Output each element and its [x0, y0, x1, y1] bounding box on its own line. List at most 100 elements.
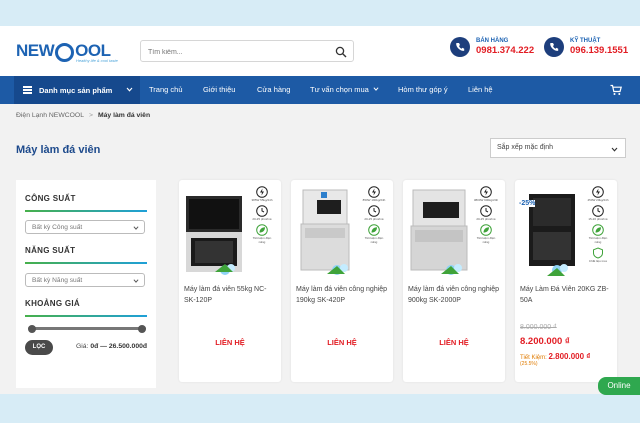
capacity-select[interactable]: Bất kỳ Công suất: [25, 220, 145, 234]
product-name[interactable]: Máy làm đá viên công nghiệp 190kg SK-420…: [296, 284, 388, 306]
spec-power: 850W 190kg/24h: [361, 186, 387, 202]
hotline-number: 0981.374.222: [476, 45, 535, 56]
logo-text-left: NEW: [16, 41, 55, 60]
product-image[interactable]: 3800W 900kg/24h 20-25 phút/mẻ Tiết kiệm …: [407, 186, 501, 278]
spec-icons: 850W 190kg/24h 20-25 phút/mẻ Tiết kiệm đ…: [361, 186, 387, 247]
hotline-sales[interactable]: BÁN HÀNG 0981.374.222: [450, 37, 534, 57]
filter-sidebar: CÔNG SUẤT Bất kỳ Công suất NĂNG SUẤT Bất…: [16, 180, 156, 388]
chevron-down-icon: [126, 87, 133, 92]
product-card[interactable]: 850W 190kg/24h 20-25 phút/mẻ Tiết kiệm đ…: [291, 180, 393, 382]
nav-item-contact[interactable]: Liên hệ: [468, 76, 493, 104]
power-icon: [480, 186, 492, 198]
spec-text: 385W 55kg/24h: [251, 198, 273, 202]
hotline-label: BÁN HÀNG: [476, 38, 509, 44]
price-min-handle[interactable]: [28, 324, 36, 333]
contact-button[interactable]: LIÊN HỆ: [403, 338, 505, 347]
sort-select-value: Sắp xếp mặc định: [497, 144, 554, 151]
spec-text: Tiết kiệm điện năng: [588, 236, 608, 244]
spec-text: 15-20 phút/mẻ: [588, 217, 608, 221]
savings: Tiết Kiệm: 2.800.000 ₫: [520, 352, 590, 361]
shield-icon: [593, 247, 603, 259]
spec-time: 20-25 phút/mẻ: [473, 205, 499, 221]
filter-price-title: KHOẢNG GIÁ: [25, 299, 80, 308]
clock-icon: [368, 205, 380, 217]
search-input[interactable]: [148, 46, 328, 58]
discount-badge: -25%: [519, 200, 536, 207]
category-menu-label: Danh mục sản phẩm: [39, 85, 113, 95]
search-icon[interactable]: [335, 46, 347, 58]
spec-time: 20-25 phút/mẻ: [249, 205, 275, 221]
leaf-icon: [480, 224, 492, 236]
page-title: Máy làm đá viên: [16, 144, 101, 156]
spec-text: 20-25 phút/mẻ: [364, 217, 384, 221]
product-name[interactable]: Máy Làm Đá Viên 20KG ZB-50A: [520, 284, 612, 306]
spec-text: 3800W 900kg/24h: [473, 198, 499, 202]
spec-text: Chất liệu inox: [588, 259, 608, 263]
site-logo[interactable]: NEW OOL Healthy life & cool taste: [16, 38, 118, 64]
price-range-value: 0đ — 26.500.000đ: [90, 343, 148, 350]
spec-power: 3800W 900kg/24h: [473, 186, 499, 202]
spec-eco: Tiết kiệm điện năng: [249, 224, 275, 244]
product-image[interactable]: 850W 190kg/24h 20-25 phút/mẻ Tiết kiệm đ…: [295, 186, 389, 278]
nav-item-feedback[interactable]: Hòm thư góp ý: [398, 76, 448, 104]
nav-item-advice-label: Tư vấn chọn mua: [310, 85, 369, 94]
ice-machine-image: [410, 189, 468, 275]
contact-button[interactable]: LIÊN HỆ: [291, 338, 393, 347]
product-name[interactable]: Máy làm đá viên công nghiệp 900kg SK-200…: [408, 284, 500, 306]
site-header: NEW OOL Healthy life & cool taste BÁN HÀ…: [0, 26, 640, 76]
spec-text: 20-25 phút/mẻ: [476, 217, 496, 221]
price-range-text: Giá: 0đ — 26.500.000đ: [76, 343, 147, 350]
power-icon: [256, 186, 268, 198]
nav-item-shop[interactable]: Cửa hàng: [257, 76, 290, 104]
product-image[interactable]: 385W 55kg/24h 20-25 phút/mẻ Tiết kiệm đi…: [183, 186, 277, 278]
online-chat-button[interactable]: Online: [598, 377, 640, 395]
price-label: Giá:: [76, 343, 89, 350]
spec-text: 850W 190kg/24h: [362, 198, 386, 202]
hotline-number: 096.139.1551: [570, 45, 629, 56]
category-menu-button[interactable]: Danh mục sản phẩm: [14, 76, 140, 104]
product-image[interactable]: -25% 450W 20kg/24h 15-20 phút/mẻ Tiết ki…: [519, 186, 613, 278]
product-name[interactable]: Máy làm đá viên 55kg NC-SK-120P: [184, 284, 276, 306]
breadcrumb-current: Máy làm đá viên: [97, 112, 151, 119]
nav-item-home[interactable]: Trang chủ: [149, 76, 183, 104]
sale-price: 8.200.000 ₫: [520, 336, 570, 347]
price-range-slider[interactable]: [28, 324, 146, 333]
contact-button[interactable]: LIÊN HỆ: [179, 338, 281, 347]
product-card[interactable]: 3800W 900kg/24h 20-25 phút/mẻ Tiết kiệm …: [403, 180, 505, 382]
spec-material: Chất liệu inox: [585, 247, 611, 263]
hotline-technical[interactable]: KỸ THUẬT 096.139.1551: [544, 37, 628, 57]
clock-icon: [592, 205, 604, 217]
output-select[interactable]: Bất kỳ Năng suất: [25, 273, 145, 287]
spec-time: 15-20 phút/mẻ: [585, 205, 611, 221]
product-card[interactable]: 385W 55kg/24h 20-25 phút/mẻ Tiết kiệm đi…: [179, 180, 281, 382]
savings-percent: (25.5%): [520, 361, 538, 367]
snowflake-icon: [55, 42, 75, 62]
phone-icon: [450, 37, 470, 57]
spec-text: Tiết kiệm điện năng: [252, 236, 272, 244]
nav-item-about[interactable]: Giới thiệu: [203, 76, 235, 104]
spec-text: Tiết kiệm điện năng: [364, 236, 384, 244]
nav-item-advice[interactable]: Tư vấn chọn mua: [310, 76, 379, 104]
clock-icon: [480, 205, 492, 217]
clock-icon: [256, 205, 268, 217]
cart-icon[interactable]: [610, 84, 622, 96]
top-band: [0, 0, 640, 26]
spec-text: 20-25 phút/mẻ: [252, 217, 272, 221]
spec-text: Tiết kiệm điện năng: [476, 236, 496, 244]
product-card[interactable]: -25% 450W 20kg/24h 15-20 phút/mẻ Tiết ki…: [515, 180, 617, 382]
price-max-handle[interactable]: [138, 324, 146, 333]
spec-time: 20-25 phút/mẻ: [361, 205, 387, 221]
main-content: Điện Lạnh NEWCOOL > Máy làm đá viên Máy là…: [0, 104, 640, 394]
savings-amount: 2.800.000 ₫: [548, 352, 591, 361]
search-box: [140, 40, 354, 62]
breadcrumb-home[interactable]: Điện Lạnh NEWCOOL: [16, 112, 84, 119]
sort-select[interactable]: Sắp xếp mặc định: [490, 138, 626, 158]
spec-icons: 450W 20kg/24h 15-20 phút/mẻ Tiết kiệm đi…: [585, 186, 611, 266]
spec-icons: 385W 55kg/24h 20-25 phút/mẻ Tiết kiệm đi…: [249, 186, 275, 247]
filter-button[interactable]: LỌC: [25, 340, 53, 355]
bottom-band: [0, 394, 640, 423]
leaf-icon: [368, 224, 380, 236]
breadcrumb-separator: >: [89, 112, 93, 119]
logo-tagline: Healthy life & cool taste: [76, 58, 118, 63]
phone-icon: [544, 37, 564, 57]
